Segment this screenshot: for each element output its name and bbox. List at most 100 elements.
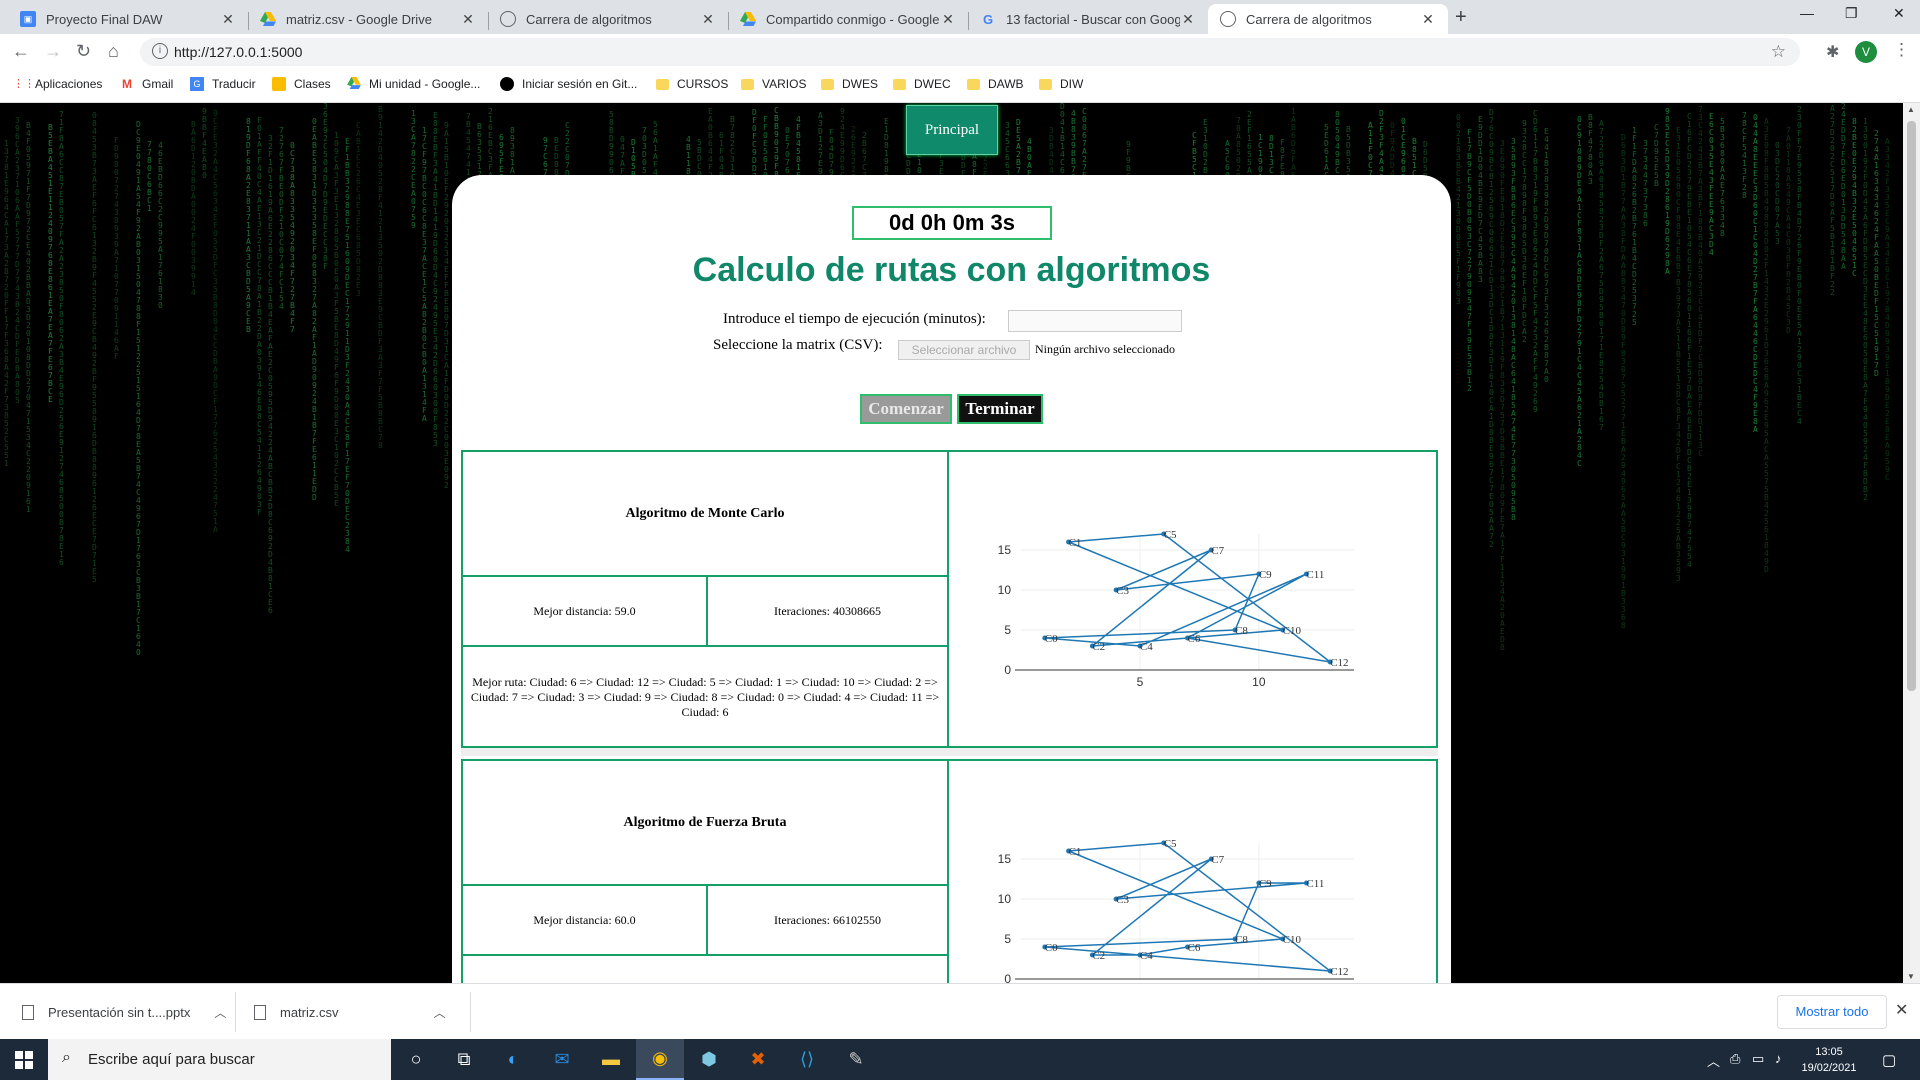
bookmark-github[interactable]: Iniciar sesión en Git... — [500, 77, 637, 91]
matrix-column: 82BE0E294B32E504651C — [1852, 117, 1857, 278]
matrix-column: 0C738A8335492034F727B4F7 — [290, 141, 295, 334]
matrix-column: 46EBD66C2C995A1761830 — [158, 141, 163, 310]
close-icon[interactable]: ✕ — [1420, 11, 1436, 28]
chevron-up-icon[interactable]: ︿ — [1707, 1051, 1720, 1070]
address-url[interactable]: http://127.0.0.1:5000 — [174, 44, 302, 60]
city-label: C0 — [1045, 633, 1058, 645]
chrome-icon[interactable]: ◉ — [636, 1039, 684, 1080]
time-input[interactable] — [1008, 310, 1182, 332]
tab-5[interactable]: Carrera de algoritmos ✕ — [1208, 4, 1448, 34]
matrix-column: CD6117B8319FB93E0624DDCF5F4232AFF49269 — [1533, 109, 1538, 414]
tab-1[interactable]: matriz.csv - Google Drive ✕ — [248, 4, 488, 34]
chevron-up-icon[interactable]: ︿ — [214, 1004, 226, 1021]
file-explorer-icon[interactable]: ▬ — [587, 1039, 635, 1080]
restore-icon[interactable]: ❐ — [1845, 5, 1858, 22]
bookmark-gmail[interactable]: M Gmail — [120, 77, 173, 91]
extensions-icon[interactable]: ✱ — [1826, 42, 1839, 62]
bookmark-classroom[interactable]: Clases — [272, 77, 331, 91]
close-icon[interactable]: ✕ — [1180, 11, 1196, 28]
file-select-button[interactable]: Seleccionar archivo — [898, 340, 1030, 360]
matrix-column: 002183BCB42130D0E5F1F903 — [1456, 113, 1461, 306]
tab-3[interactable]: Compartido conmigo - Google D ✕ — [728, 4, 968, 34]
matrix-label: Seleccione la matrix (CSV): — [713, 337, 883, 353]
bookmark-label: DWEC — [914, 77, 951, 91]
close-icon[interactable]: ✕ — [1895, 1000, 1908, 1020]
forward-icon[interactable]: → — [44, 41, 62, 62]
matrix-column: CAB1CC26C4E3EC685D82E3 — [356, 121, 361, 298]
bookmark-folder-dwec[interactable]: DWEC — [893, 77, 951, 91]
main-card: 0d 0h 0m 3s Calculo de rutas con algorit… — [452, 175, 1451, 983]
page-scrollbar[interactable]: ▲ ▼ — [1903, 103, 1920, 983]
bookmark-star-icon[interactable]: ☆ — [1771, 42, 1786, 62]
stop-button[interactable]: Terminar — [957, 394, 1043, 424]
new-tab-icon[interactable]: + — [1455, 6, 1467, 29]
globe-icon — [1220, 11, 1236, 27]
mail-icon[interactable]: ✉ — [538, 1039, 586, 1080]
bookmark-folder-cursos[interactable]: CURSOS — [656, 77, 728, 91]
xampp-icon[interactable]: ✖ — [734, 1039, 782, 1080]
tab-title: matriz.csv - Google Drive — [286, 11, 432, 27]
matrix-column: B4F05971F7D972CE402BBAD3D20108DD27047153… — [26, 121, 31, 514]
bookmark-apps[interactable]: ⋮⋮ Aplicaciones — [13, 77, 102, 91]
reload-icon[interactable]: ↻ — [76, 41, 91, 62]
scroll-thumb[interactable] — [1907, 121, 1916, 691]
matrix-column: E441B383982D9D70DC673F32462B87A0 — [1544, 127, 1549, 384]
bookmark-folder-dwes[interactable]: DWES — [821, 77, 878, 91]
chevron-up-icon[interactable]: ︿ — [434, 1004, 446, 1021]
city-label: C9 — [1259, 569, 1272, 581]
scroll-down-icon[interactable]: ▼ — [1907, 972, 1915, 981]
y-tick-label: 10 — [998, 892, 1012, 906]
bookmark-drive[interactable]: Mi unidad - Google... — [347, 77, 480, 91]
city-label: C4 — [1140, 950, 1153, 962]
panel-divider — [461, 748, 1438, 756]
info-icon[interactable]: i — [152, 43, 168, 59]
bookmark-folder-diw[interactable]: DIW — [1039, 77, 1083, 91]
notification-icon[interactable]: ▢ — [1882, 1051, 1896, 1069]
tab-0[interactable]: ▣ Proyecto Final DAW ✕ — [8, 4, 248, 34]
matrix-column: 044A8EEEC3D60C1C04D27B7FA6446CDEDC4F9E8A — [1753, 113, 1758, 434]
home-icon[interactable]: ⌂ — [108, 41, 119, 62]
tab-4[interactable]: G 13 factorial - Buscar con Google ✕ — [968, 4, 1208, 34]
start-button[interactable]: Comenzar — [860, 394, 952, 424]
address-bar[interactable]: i http://127.0.0.1:5000 ☆ — [140, 38, 1800, 66]
y-tick-label: 5 — [1004, 932, 1011, 946]
minimize-icon[interactable]: — — [1800, 5, 1814, 21]
matrix-column: 1F1FDA026B2B761B4CD253725 — [1632, 126, 1637, 327]
y-tick-label: 10 — [998, 583, 1012, 597]
close-icon[interactable]: ✕ — [220, 11, 236, 28]
camera-icon[interactable]: ⎙ — [1730, 1051, 1740, 1067]
profile-avatar[interactable]: V — [1855, 41, 1877, 63]
windows-start-icon[interactable] — [15, 1051, 33, 1069]
best-route-text: Mejor ruta: Ciudad: 6 => Ciudad: 12 => C… — [470, 675, 940, 719]
network-icon[interactable]: ▭ — [1752, 1051, 1764, 1067]
edge-icon[interactable]: ◐ — [489, 1039, 537, 1080]
cortana-icon[interactable]: ○ — [392, 1039, 440, 1080]
window-close-icon[interactable]: ✕ — [1893, 5, 1905, 22]
route-chart-svg: 0 5 10 15 5 10 C0 C1 C2 C3 C4 C5 C6 C7 C8 C9 C10 C11 C12 — [998, 529, 1354, 689]
taskbar-search[interactable]: ⌕ Escribe aquí para buscar — [48, 1039, 391, 1080]
close-icon[interactable]: ✕ — [940, 11, 956, 28]
bookmark-label: CURSOS — [677, 77, 729, 91]
tab-2[interactable]: Carrera de algoritmos ✕ — [488, 4, 728, 34]
bookmark-folder-varios[interactable]: VARIOS — [741, 77, 806, 91]
show-all-button[interactable]: Mostrar todo — [1777, 995, 1887, 1029]
scroll-up-icon[interactable]: ▲ — [1907, 105, 1915, 114]
vscode-icon[interactable]: ⟨⟩ — [783, 1039, 831, 1080]
matrix-column: 7A0118A549CA4C03BFB2B45C3D — [1786, 126, 1791, 335]
back-icon[interactable]: ← — [12, 41, 30, 62]
file-status: Ningún archivo seleccionado — [1035, 342, 1175, 356]
close-icon[interactable]: ✕ — [460, 11, 476, 28]
clock-date: 19/02/2021 — [1801, 1062, 1857, 1074]
menu-icon[interactable]: ⋮ — [1893, 40, 1910, 60]
download-item[interactable]: matriz.csv ︿ — [232, 984, 446, 1040]
bookmark-translate[interactable]: G Traducir — [190, 77, 256, 91]
bookmark-folder-dawb[interactable]: DAWB — [967, 77, 1024, 91]
principal-button[interactable]: Principal — [906, 105, 998, 155]
app-cube-icon[interactable]: ⬢ — [685, 1039, 733, 1080]
city-label: C5 — [1164, 529, 1177, 541]
app-icon[interactable]: ✎ — [832, 1039, 880, 1080]
task-view-icon[interactable]: ⧉ — [440, 1039, 488, 1080]
download-item[interactable]: Presentación sin t....pptx ︿ — [0, 984, 226, 1040]
taskbar-clock[interactable]: 13:05 19/02/2021 — [1774, 1044, 1884, 1076]
close-icon[interactable]: ✕ — [700, 11, 716, 28]
